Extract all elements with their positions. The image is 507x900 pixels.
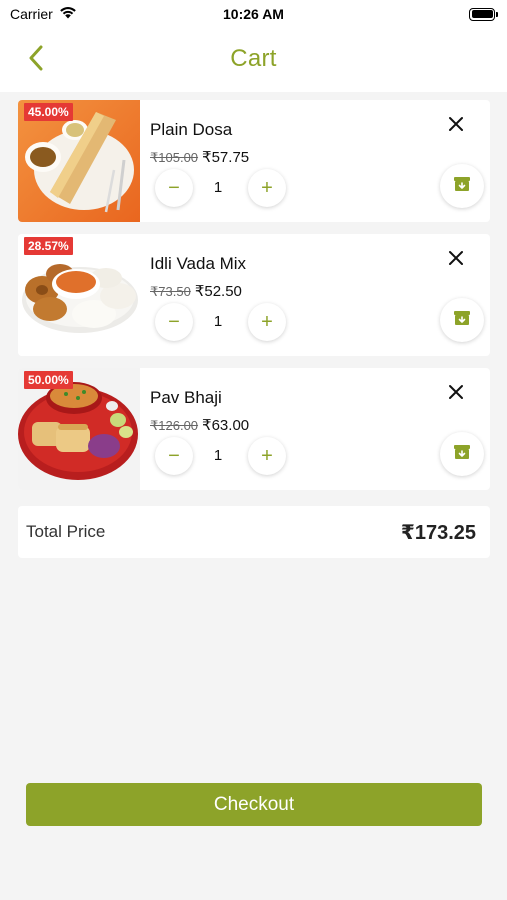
battery-icon	[469, 7, 498, 21]
quantity-value: 1	[213, 447, 223, 464]
archive-icon	[453, 175, 471, 198]
item-image-idli-vada-mix: 28.57%	[18, 234, 140, 356]
remove-item-button[interactable]	[444, 114, 468, 138]
page-title: Cart	[230, 45, 277, 72]
price-row: ₹73.50 ₹52.50	[150, 282, 242, 300]
discount-badge: 45.00%	[24, 103, 73, 121]
decrease-quantity-button[interactable]: −	[155, 303, 193, 341]
cart-item: 45.00% Plain Dosa ₹105.00 ₹57.75 − 1 +	[18, 100, 490, 222]
close-icon	[448, 384, 464, 405]
minus-icon: −	[168, 176, 180, 199]
plus-icon: +	[261, 444, 273, 467]
total-price-value: ₹173.25	[400, 521, 476, 544]
discounted-price: ₹57.75	[202, 149, 250, 166]
minus-icon: −	[168, 310, 180, 333]
discounted-price: ₹63.00	[202, 417, 250, 434]
archive-icon	[453, 443, 471, 466]
total-price-row: Total Price ₹173.25	[18, 506, 490, 558]
save-for-later-button[interactable]	[440, 432, 484, 476]
increase-quantity-button[interactable]: +	[248, 303, 286, 341]
increase-quantity-button[interactable]: +	[248, 437, 286, 475]
archive-icon	[453, 309, 471, 332]
discount-badge: 28.57%	[24, 237, 73, 255]
remove-item-button[interactable]	[444, 248, 468, 272]
discount-badge: 50.00%	[24, 371, 73, 389]
price-row: ₹105.00 ₹57.75	[150, 148, 249, 166]
item-name: Idli Vada Mix	[150, 254, 247, 273]
nav-bar: Cart	[0, 28, 507, 92]
item-image-pav-bhaji: 50.00%	[18, 368, 140, 490]
plus-icon: +	[261, 310, 273, 333]
original-price: ₹105.00	[150, 150, 199, 165]
plus-icon: +	[261, 176, 273, 199]
item-name: Plain Dosa	[150, 120, 233, 139]
remove-item-button[interactable]	[444, 382, 468, 406]
discounted-price: ₹52.50	[194, 283, 242, 300]
decrease-quantity-button[interactable]: −	[155, 169, 193, 207]
total-price-label: Total Price	[26, 522, 106, 541]
cart-item: 50.00% Pav Bhaji ₹126.00 ₹63.00 − 1 +	[18, 368, 490, 490]
price-row: ₹126.00 ₹63.00	[150, 416, 249, 434]
status-left: Carrier	[10, 6, 77, 22]
checkout-button[interactable]: Checkout	[26, 783, 482, 826]
carrier-label: Carrier	[10, 6, 53, 22]
item-name: Pav Bhaji	[150, 388, 222, 407]
quantity-value: 1	[213, 179, 223, 196]
minus-icon: −	[168, 444, 180, 467]
original-price: ₹73.50	[150, 284, 191, 299]
cart-item: 28.57% Idli Vada Mix ₹73.50 ₹52.50 − 1 +	[18, 234, 490, 356]
decrease-quantity-button[interactable]: −	[155, 437, 193, 475]
close-icon	[448, 250, 464, 271]
original-price: ₹126.00	[150, 418, 199, 433]
close-icon	[448, 116, 464, 137]
wifi-icon	[59, 6, 77, 22]
save-for-later-button[interactable]	[440, 164, 484, 208]
status-bar: Carrier 10:26 AM	[0, 0, 507, 28]
save-for-later-button[interactable]	[440, 298, 484, 342]
increase-quantity-button[interactable]: +	[248, 169, 286, 207]
item-image-plain-dosa: 45.00%	[18, 100, 140, 222]
quantity-value: 1	[213, 313, 223, 330]
